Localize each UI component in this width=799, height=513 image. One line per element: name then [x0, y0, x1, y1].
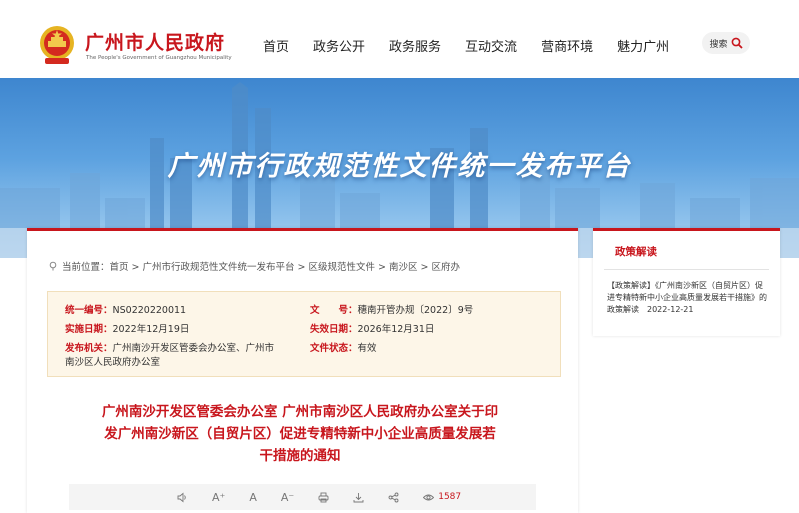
search-label: 搜索 — [709, 39, 728, 50]
site-logo-subtitle: The People's Government of Guangzhou Mun… — [86, 55, 232, 61]
font-normal-button[interactable]: A — [249, 491, 257, 504]
sidebar-divider — [604, 269, 769, 270]
document-title: 广州南沙开发区管委会办公室 广州市南沙区人民政府办公室关于印 发广州南沙新区（自… — [101, 404, 499, 464]
nav-item-charm-gz[interactable]: 魅力广州 — [617, 36, 669, 55]
share-button[interactable] — [388, 492, 399, 503]
nav-item-home[interactable]: 首页 — [263, 36, 289, 55]
breadcrumb-text[interactable]: 当前位置：首页 > 广州市行政规范性文件统一发布平台 > 区级规范性文件 > 南… — [62, 259, 460, 273]
national-emblem-icon[interactable] — [37, 24, 77, 66]
search-button[interactable]: 搜索 — [702, 32, 750, 54]
nav-item-gov-services[interactable]: 政务服务 — [389, 36, 441, 55]
article-toolbar: A⁺ A A⁻ 1587 — [69, 484, 536, 510]
info-issuer: 发布机关：广州南沙开发区管委会办公室、广州市 — [65, 343, 275, 354]
sidebar-policy-link[interactable]: 【政策解读】《广州南沙新区（自贸片区）促进专精特新中小企业高质量发展若干措施》的… — [607, 280, 767, 316]
main-nav: 首页 政务公开 政务服务 互动交流 营商环境 魅力广州 — [263, 36, 693, 55]
info-docno: 文 号：穗南开管办规〔2022〕9号 — [310, 305, 474, 316]
info-impl-date: 实施日期：2022年12月19日 — [65, 324, 190, 335]
document-info-box: 统一编号：NS0220220011 文 号：穗南开管办规〔2022〕9号 实施日… — [47, 291, 561, 377]
sidebar-title: 政策解读 — [615, 246, 657, 258]
info-issuer-line2: 南沙区人民政府办公室 — [65, 357, 161, 368]
magnifier-icon — [731, 37, 743, 49]
speaker-icon — [177, 492, 186, 502]
location-pin-icon — [49, 261, 57, 271]
share-icon — [388, 492, 399, 502]
info-code: 统一编号：NS0220220011 — [65, 305, 187, 316]
banner-title: 广州市行政规范性文件统一发布平台 — [167, 151, 632, 182]
nav-item-open-gov[interactable]: 政务公开 — [313, 36, 365, 55]
font-larger-button[interactable]: A⁺ — [212, 491, 225, 504]
download-button[interactable] — [353, 492, 364, 503]
eye-icon — [423, 494, 435, 500]
nav-item-business-env[interactable]: 营商环境 — [541, 36, 593, 55]
view-count-value: 1587 — [438, 492, 462, 502]
info-expire-date: 失效日期：2026年12月31日 — [310, 324, 435, 335]
breadcrumb: 当前位置：首页 > 广州市行政规范性文件统一发布平台 > 区级规范性文件 > 南… — [48, 259, 460, 273]
print-button[interactable] — [318, 492, 329, 503]
view-count: 1587 — [423, 492, 461, 503]
printer-icon — [318, 492, 329, 502]
site-logo-text[interactable]: 广州市人民政府 — [85, 28, 225, 55]
download-icon — [353, 492, 364, 502]
nav-item-interaction[interactable]: 互动交流 — [465, 36, 517, 55]
info-status: 文件状态：有效 — [310, 343, 377, 354]
read-aloud-button[interactable] — [177, 492, 188, 503]
font-smaller-button[interactable]: A⁻ — [281, 491, 294, 504]
site-header: 广州市人民政府 The People's Government of Guang… — [0, 0, 799, 78]
